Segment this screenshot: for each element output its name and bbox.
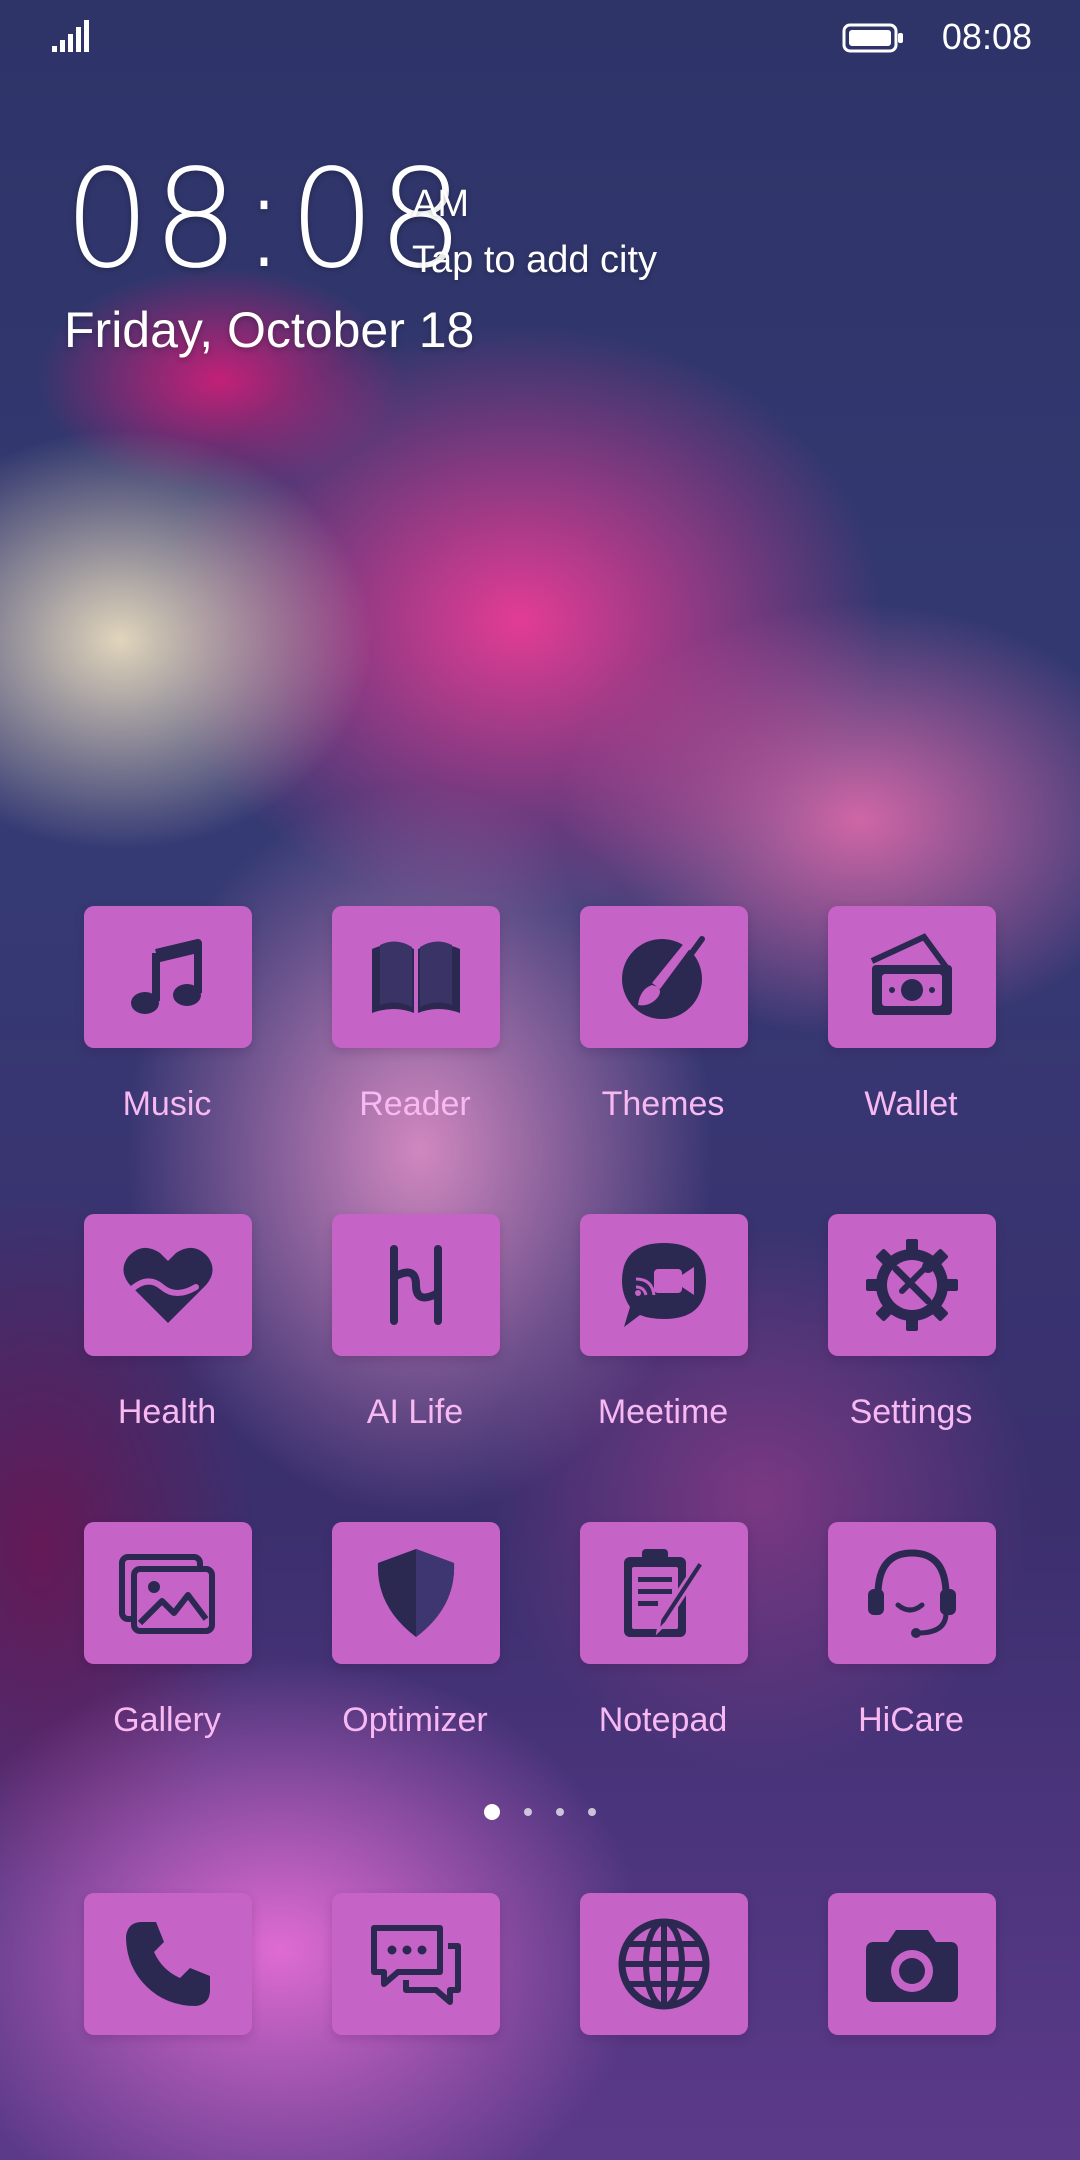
app-optimizer[interactable]: Optimizer (310, 1522, 520, 1762)
wallet-icon (870, 933, 952, 1015)
app-tile[interactable] (332, 1522, 500, 1664)
app-notepad[interactable]: Notepad (558, 1522, 768, 1762)
app-hicare[interactable]: HiCare (806, 1522, 1016, 1762)
clock-ampm: AM (412, 183, 469, 225)
app-wallet[interactable]: Wallet (806, 906, 1016, 1146)
gear-tools-icon (866, 1239, 958, 1331)
app-tile[interactable] (580, 1214, 748, 1356)
book-icon (372, 941, 460, 1013)
app-reader[interactable]: Reader (310, 906, 520, 1146)
paintbrush-icon (622, 931, 705, 1019)
app-label: Optimizer (342, 1701, 488, 1739)
clipboard-pencil-icon (624, 1549, 707, 1637)
shield-icon (377, 1549, 455, 1637)
app-label: HiCare (858, 1701, 964, 1739)
battery-full-icon (842, 23, 903, 53)
status-bar: 08:08 (0, 0, 1080, 76)
clock-date[interactable]: Friday, October 18 (64, 302, 474, 358)
page-dot-active[interactable] (484, 1804, 500, 1820)
clock-time[interactable]: 08:08 (64, 150, 466, 290)
headset-icon (868, 1549, 956, 1638)
app-label: Reader (359, 1085, 471, 1123)
signal-bars-icon (52, 20, 89, 52)
app-music[interactable]: Music (62, 906, 272, 1146)
app-tile[interactable] (84, 1214, 252, 1356)
app-label: Notepad (598, 1701, 728, 1739)
dock-browser-button[interactable] (580, 1893, 748, 2035)
phone-icon (126, 1922, 210, 2006)
app-tile[interactable] (828, 906, 996, 1048)
app-gallery[interactable]: Gallery (62, 1522, 272, 1762)
page-dot[interactable] (524, 1808, 532, 1816)
app-themes[interactable]: Themes (558, 906, 768, 1146)
heart-icon (123, 1247, 213, 1323)
dock-phone-button[interactable] (84, 1893, 252, 2035)
page-dot[interactable] (556, 1808, 564, 1816)
messages-icon (371, 1925, 461, 2005)
dock-camera-button[interactable] (828, 1893, 996, 2035)
page-dot[interactable] (588, 1808, 596, 1816)
ai-life-icon (390, 1245, 442, 1325)
globe-icon (618, 1918, 710, 2010)
app-tile[interactable] (84, 1522, 252, 1664)
app-label: Wallet (864, 1085, 958, 1123)
app-meetime[interactable]: Meetime (558, 1214, 768, 1454)
app-tile[interactable] (828, 1522, 996, 1664)
music-note-icon (131, 939, 202, 1014)
app-tile[interactable] (84, 906, 252, 1048)
app-settings[interactable]: Settings (806, 1214, 1016, 1454)
app-label: Themes (601, 1085, 725, 1123)
app-tile[interactable] (828, 1214, 996, 1356)
dock-messages-button[interactable] (332, 1893, 500, 2035)
status-time: 08:08 (941, 16, 1032, 57)
app-label: Meetime (597, 1393, 729, 1431)
video-chat-icon (622, 1243, 706, 1327)
camera-icon (866, 1930, 958, 2002)
app-ai-life[interactable]: AI Life (310, 1214, 520, 1454)
app-tile[interactable] (332, 1214, 500, 1356)
add-city-button[interactable]: Tap to add city (412, 238, 657, 282)
app-label: Gallery (113, 1701, 221, 1739)
app-label: AI Life (366, 1393, 464, 1431)
app-tile[interactable] (332, 906, 500, 1048)
app-label: Health (117, 1393, 217, 1431)
page-indicator[interactable] (480, 1801, 600, 1823)
app-health[interactable]: Health (62, 1214, 272, 1454)
gallery-icon (119, 1554, 215, 1634)
app-label: Settings (849, 1393, 973, 1431)
app-tile[interactable] (580, 1522, 748, 1664)
app-label: Music (122, 1085, 212, 1123)
app-tile[interactable] (580, 906, 748, 1048)
